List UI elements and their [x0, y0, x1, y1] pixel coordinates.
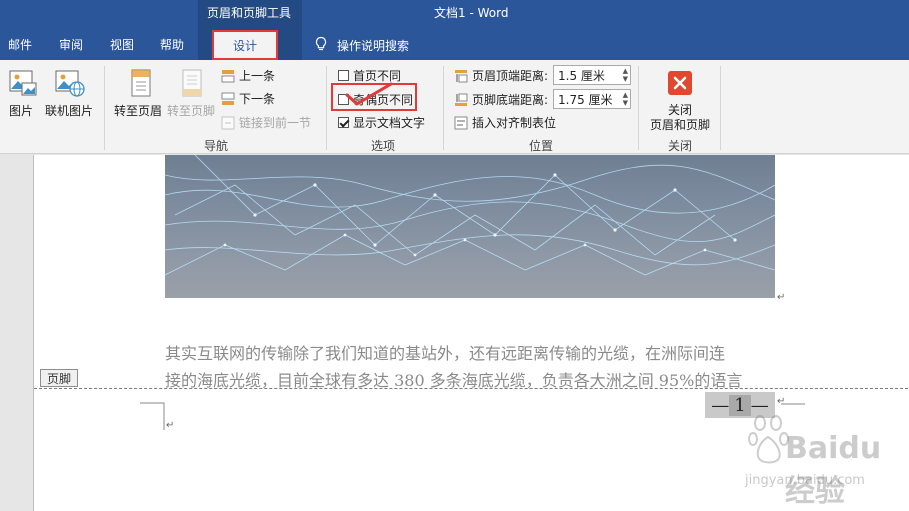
tab-review[interactable]: 审阅 — [59, 36, 83, 53]
watermark-brand: Baidu经验 — [785, 431, 882, 509]
first-page-different-checkbox[interactable] — [338, 70, 349, 81]
ribbon-separator — [638, 66, 639, 150]
previous-icon — [221, 69, 235, 82]
position-group-label: 位置 — [529, 139, 554, 153]
online-picture-button[interactable]: 联机图片 — [45, 102, 93, 119]
network-lines-graphic — [165, 155, 775, 276]
goto-footer-icon — [182, 69, 202, 97]
header-top-distance-value: 1.5 厘米 — [558, 68, 605, 83]
insert-alignment-tab-label: 插入对齐制表位 — [472, 116, 557, 130]
context-group-label: 页眉和页脚工具 — [207, 6, 292, 20]
paragraph-mark: ↵ — [777, 292, 786, 303]
paragraph-mark: ↵ — [777, 396, 786, 407]
spinner-arrows-icon[interactable]: ▲ ▼ — [623, 91, 628, 107]
show-document-text-option[interactable]: 显示文档文字 — [338, 114, 425, 131]
tab-help[interactable]: 帮助 — [160, 36, 184, 53]
lightbulb-icon — [315, 36, 327, 51]
alignment-tab-icon — [454, 116, 468, 129]
close-icon[interactable] — [667, 70, 693, 96]
picture-icon[interactable] — [8, 68, 38, 98]
previous-section-button[interactable]: 上一条 — [221, 67, 275, 84]
footer-distance-icon — [455, 93, 468, 106]
watermark-url: jingyan.baidu.com — [745, 473, 865, 488]
picture-button[interactable]: 图片 — [9, 102, 33, 119]
red-checkmark-annotation — [345, 82, 393, 106]
footer-bottom-distance-label: 页脚底端距离: — [472, 93, 549, 107]
ribbon-separator — [443, 66, 444, 150]
footer-bottom-distance-input[interactable]: 1.75 厘米 ▲ ▼ — [553, 89, 631, 109]
paragraph-mark: ↵ — [166, 420, 175, 431]
navigation-group-label: 导航 — [204, 139, 229, 153]
footer-boundary — [34, 388, 908, 389]
dash-left: — — [711, 394, 730, 416]
show-document-text-label: 显示文档文字 — [353, 116, 426, 130]
footer-tag: 页脚 — [40, 369, 78, 387]
header-top-distance-label: 页眉顶端距离: — [472, 69, 549, 83]
ribbon-separator — [720, 66, 721, 150]
footer-bottom-distance-label-row: 页脚底端距离: — [454, 91, 548, 108]
header-distance-icon — [455, 69, 468, 82]
spinner-arrows-icon[interactable]: ▲ ▼ — [623, 67, 628, 83]
tell-me-search[interactable]: 操作说明搜索 — [337, 37, 409, 54]
footer-bottom-distance-value: 1.75 厘米 — [558, 92, 613, 107]
header-top-distance-input[interactable]: 1.5 厘米 ▲ ▼ — [553, 65, 631, 85]
goto-header-button[interactable]: 转至页眉 — [114, 102, 162, 119]
link-to-previous-button: 链接到前一节 — [221, 114, 311, 131]
next-icon — [221, 92, 235, 105]
insert-alignment-tab-button[interactable]: 插入对齐制表位 — [454, 114, 556, 131]
tab-design[interactable]: 设计 — [212, 30, 278, 60]
goto-header-icon[interactable] — [127, 68, 155, 98]
link-to-previous-label: 链接到前一节 — [239, 116, 312, 130]
online-picture-icon[interactable] — [54, 68, 86, 98]
options-group-label: 选项 — [371, 139, 396, 153]
tab-view[interactable]: 视图 — [110, 36, 134, 53]
next-section-button[interactable]: 下一条 — [221, 90, 275, 107]
close-group-label: 关闭 — [668, 139, 693, 153]
ribbon-separator — [104, 66, 105, 150]
network-image[interactable] — [165, 155, 775, 298]
ribbon-separator — [326, 66, 327, 150]
previous-label: 上一条 — [239, 69, 276, 83]
close-header-footer-label-line2[interactable]: 页眉和页脚 — [650, 116, 710, 133]
header-top-distance-label-row: 页眉顶端距离: — [454, 67, 548, 84]
show-document-text-checkbox[interactable] — [338, 117, 349, 128]
paragraph-line-1[interactable]: 其实互联网的传输除了我们知道的基站外，还有远距离传输的光缆，在洲际间连 — [165, 340, 725, 364]
tab-mailings[interactable]: 邮件 — [8, 36, 32, 53]
next-label: 下一条 — [239, 92, 276, 106]
link-icon — [221, 116, 235, 129]
goto-footer-button: 转至页脚 — [167, 104, 216, 118]
baidu-paw-icon — [748, 415, 789, 464]
document-title: 文档1 - Word — [434, 6, 509, 20]
